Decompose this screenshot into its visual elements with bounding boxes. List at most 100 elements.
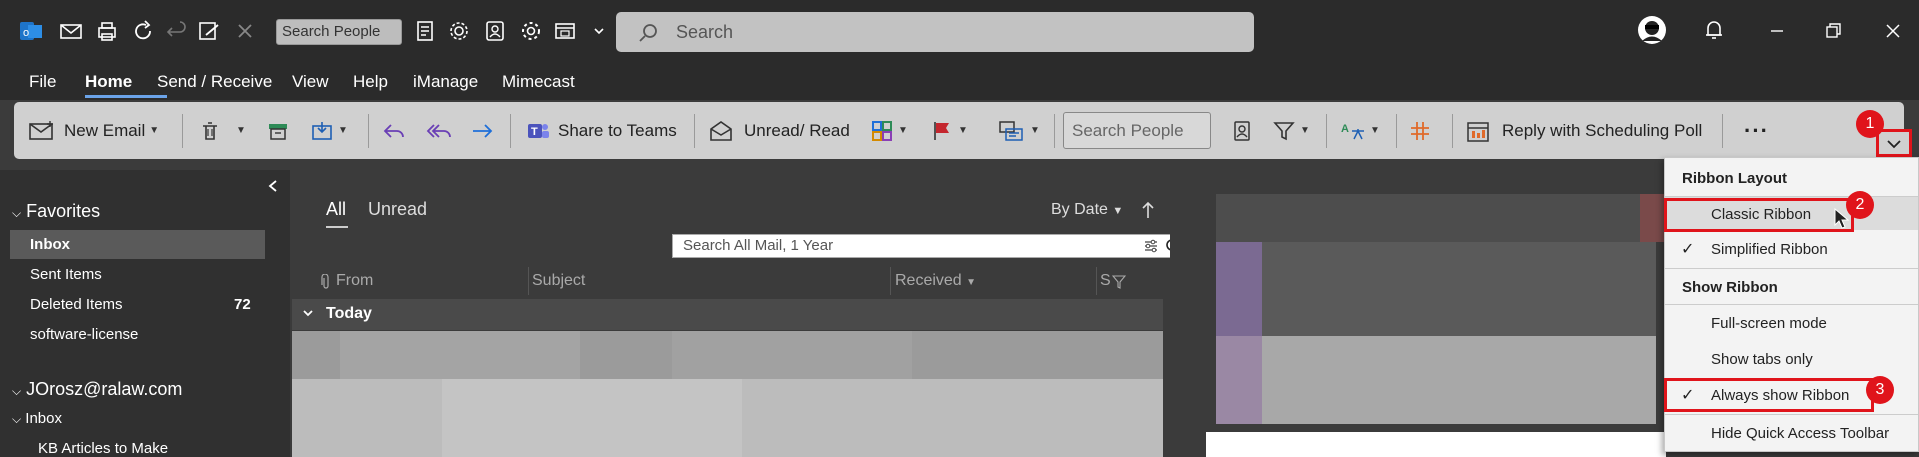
tab-imanage[interactable]: iManage [413,72,478,92]
nav-sent-items[interactable]: Sent Items [30,266,102,283]
menu-item-hide-quick-access[interactable]: Hide Quick Access Toolbar [1711,425,1889,442]
search-options-icon[interactable] [1143,238,1159,254]
customize-toolbar-chevron-icon[interactable] [586,18,612,44]
favorites-header[interactable]: ⌵ Favorites [12,201,100,222]
rules-button[interactable]: ▼ [998,102,1040,159]
sort-direction-arrow-icon[interactable] [1140,200,1156,220]
tab-view[interactable]: View [292,72,329,92]
notification-bell-icon[interactable] [1700,16,1728,44]
chevron-down-icon: ▼ [958,125,968,136]
sign-document-icon[interactable] [196,18,222,44]
follow-up-button[interactable]: ▼ [930,102,968,159]
nav-deleted-items[interactable]: Deleted Items [30,296,123,313]
share-to-teams-button[interactable]: T Share to Teams [526,102,677,159]
more-commands-button[interactable]: ··· [1744,102,1769,159]
tab-all[interactable]: All [326,199,346,220]
tab-send-receive[interactable]: Send / Receive [157,72,272,92]
unread-read-button[interactable]: Unread/ Read [708,102,850,159]
expand-chevron-icon: ⌵ [12,206,22,220]
menu-tabs-bar: File Home Send / Receive View Help iMana… [0,62,1919,100]
search-people-input[interactable]: Search People [1063,112,1211,149]
ribbon-separator [1722,114,1723,148]
main-search-bar[interactable]: Search [616,12,1254,52]
undo-icon[interactable] [164,18,190,44]
reading-pane [1170,170,1670,457]
deleted-items-count: 72 [234,296,251,313]
filter-email-button[interactable]: ▼ [1272,102,1310,159]
menu-separator [1665,304,1918,305]
reply-scheduling-poll-label: Reply with Scheduling Poll [1502,120,1703,140]
send-receive-icon[interactable] [58,18,84,44]
nav-inbox[interactable]: Inbox [30,236,70,253]
reply-button[interactable] [382,102,406,159]
ribbon-separator [1326,114,1327,148]
apps-grid-icon [1408,119,1432,143]
restore-button[interactable] [1816,14,1850,48]
expand-chevron-icon: ⌵ [12,384,22,398]
blurred-cell [442,379,742,457]
search-icon [638,22,660,44]
share-to-teams-label: Share to Teams [558,120,677,140]
add-ins-button[interactable] [1408,102,1432,159]
contact-card-icon[interactable] [482,18,508,44]
new-email-button[interactable]: New Email ▼ [28,102,159,159]
translate-button[interactable]: A ▼ [1340,102,1380,159]
tab-mimecast[interactable]: Mimecast [502,72,575,92]
today-label: Today [326,305,372,322]
chevron-down-icon: ▼ [1112,205,1124,217]
search-all-mail-input[interactable]: Search All Mail, 1 Year [672,234,1184,258]
scheduling-poll-icon [1466,119,1492,143]
move-button[interactable]: ▼ [310,102,348,159]
delete-button[interactable]: ▼ [198,102,246,159]
reply-all-button[interactable] [426,102,452,159]
column-from[interactable]: From [336,272,373,290]
search-placeholder: Search [676,22,734,42]
received-label: Received [895,272,962,289]
active-filter-indicator [326,226,348,228]
group-header-today[interactable]: Today [292,299,1163,330]
settings-gear-icon[interactable] [446,18,472,44]
chevron-down-icon: ▼ [338,125,348,136]
move-to-folder-icon [310,119,334,143]
user-avatar[interactable] [1637,15,1667,45]
translate-icon: A [1340,119,1366,143]
menu-item-show-tabs-only[interactable]: Show tabs only [1711,351,1813,368]
tab-home[interactable]: Home [85,72,132,92]
menu-separator [1665,414,1918,415]
close-window-button[interactable] [1876,14,1910,48]
account-header[interactable]: ⌵ JOrosz@ralaw.com [12,379,182,400]
column-received[interactable]: Received ▼ [895,272,976,290]
reply-scheduling-poll-button[interactable]: Reply with Scheduling Poll [1466,102,1702,159]
column-size[interactable]: S [1100,272,1111,290]
ribbon-separator [182,114,183,148]
nav-software-license[interactable]: software-license [30,326,138,343]
column-subject[interactable]: Subject [532,272,585,290]
menu-item-simplified-ribbon[interactable]: Simplified Ribbon [1711,241,1828,258]
tab-file[interactable]: File [29,72,56,92]
message-rows-blurred[interactable] [292,331,1163,457]
options-gear-icon[interactable] [518,18,544,44]
collapse-pane-chevron-icon[interactable] [266,178,280,194]
close-x-icon[interactable] [232,18,258,44]
refresh-icon[interactable] [130,18,156,44]
rules-icon [998,119,1026,143]
menu-item-full-screen[interactable]: Full-screen mode [1711,315,1827,332]
nav-kb-articles[interactable]: KB Articles to Make [38,440,168,457]
nav-account-inbox[interactable]: ⌵ Inbox [12,410,62,427]
chevron-down-icon: ▼ [898,125,908,136]
address-book-icon[interactable] [412,18,438,44]
forward-button[interactable] [470,102,494,159]
minimize-button[interactable] [1760,14,1794,48]
archive-icon [266,119,290,143]
ribbon: New Email ▼ ▼ ▼ T Share to Teams Unread/… [14,102,1904,159]
filter-column-icon[interactable] [1112,274,1126,290]
address-book-button[interactable] [1230,102,1254,159]
tab-unread[interactable]: Unread [368,199,427,220]
archive-button[interactable] [266,102,290,159]
categorize-button[interactable]: ▼ [870,102,908,159]
tab-help[interactable]: Help [353,72,388,92]
search-people-quick-access[interactable]: Search People [276,19,402,45]
sort-by-date[interactable]: By Date ▼ [1051,201,1123,219]
window-icon[interactable] [552,18,578,44]
print-icon[interactable] [94,18,120,44]
